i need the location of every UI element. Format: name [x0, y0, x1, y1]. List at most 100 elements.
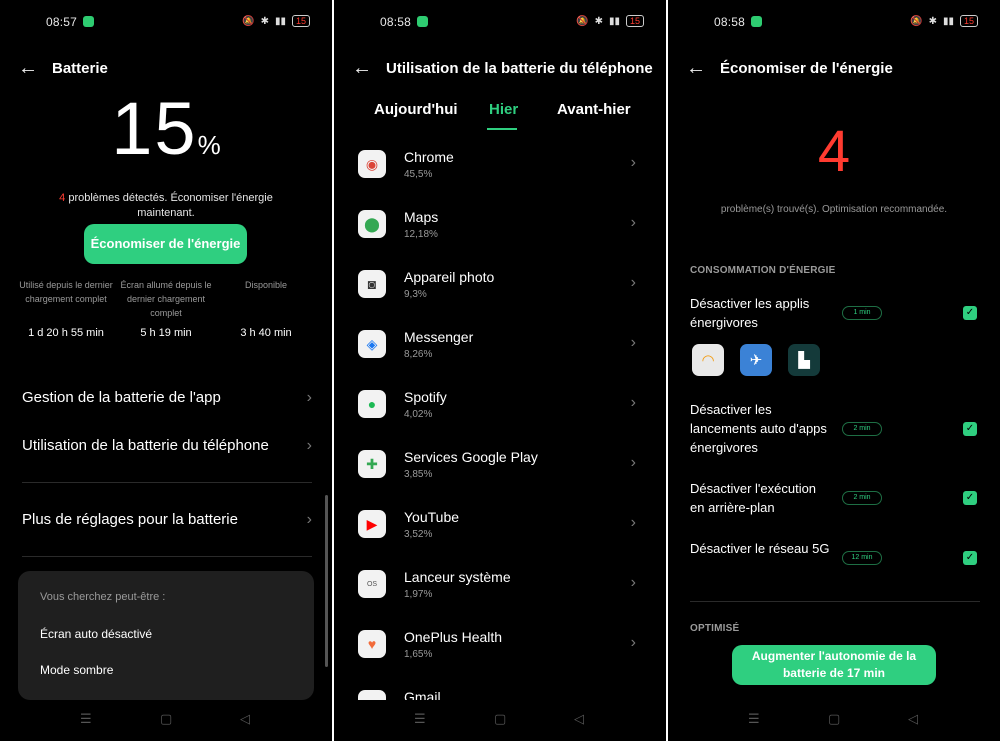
list-item[interactable]: OS Lanceur système 1,97% › [334, 566, 666, 610]
menu-icon[interactable]: ☰ [80, 711, 92, 727]
time-gain-badge: 12 min [842, 551, 882, 565]
menu-more-battery-settings[interactable]: Plus de réglages pour la batterie › [22, 511, 312, 528]
extend-battery-button[interactable]: Augmenter l'autonomie de la batterie de … [732, 645, 936, 685]
menu-icon[interactable]: ☰ [748, 711, 760, 727]
battery-icon: 15 [625, 15, 644, 27]
app-percentage: 1,65% [404, 649, 433, 660]
page-title: Économiser de l'énergie [720, 59, 893, 77]
list-item[interactable]: ⬤ Maps 12,18% › [334, 206, 666, 250]
checkbox[interactable]: ✓ [963, 422, 977, 436]
list-item[interactable]: ✚ Services Google Play 3,85% › [334, 446, 666, 490]
app-percentage: 3,85% [404, 469, 433, 480]
home-icon[interactable]: ▢ [160, 711, 172, 727]
list-item[interactable]: ♥ OnePlus Health 1,65% › [334, 626, 666, 670]
option-label: Désactiver les lancements auto d'apps én… [690, 402, 827, 455]
tab-day-before[interactable]: Avant-hier [557, 101, 631, 118]
app-percentage: 45,5% [404, 169, 433, 180]
checkbox[interactable]: ✓ [963, 491, 977, 505]
divider [690, 601, 980, 602]
notification-icon [751, 16, 762, 27]
nav-bar: ☰ ▢ ◁ [334, 711, 666, 727]
scrollbar[interactable] [325, 495, 328, 667]
chevron-right-icon: › [306, 437, 312, 454]
list-item[interactable]: ▶ YouTube 3,52% › [334, 506, 666, 550]
suggestion-auto-screen-off[interactable]: Écran auto désactivé [40, 627, 152, 641]
chevron-right-icon: › [306, 389, 312, 406]
back-arrow-icon[interactable]: ← [686, 57, 712, 80]
app-name: YouTube [404, 509, 460, 525]
section-heading-optimized: OPTIMISÉ [690, 623, 740, 634]
mute-icon: 🔕 [910, 15, 923, 27]
app-name: Chrome [404, 149, 454, 165]
page-title: Utilisation de la batterie du téléphone [386, 59, 653, 77]
app-name: Services Google Play [404, 449, 538, 465]
status-time: 08:57 [46, 15, 78, 29]
menu-label: Plus de réglages pour la batterie [22, 511, 238, 528]
save-energy-button[interactable]: Économiser de l'énergie [84, 224, 247, 264]
messenger-icon: ◈ [358, 330, 386, 358]
checkbox[interactable]: ✓ [963, 306, 977, 320]
spotify-icon: ● [358, 390, 386, 418]
problem-subtitle: problème(s) trouvé(s). Optimisation reco… [720, 204, 948, 215]
chevron-right-icon: › [630, 394, 636, 411]
signal-icon: ▮▮ [274, 15, 286, 27]
camera-icon: ◙ [358, 270, 386, 298]
battery-stats: Utilisé depuis le dernier chargement com… [16, 278, 316, 339]
list-item[interactable]: ● Spotify 4,02% › [334, 386, 666, 430]
list-item[interactable]: ◙ Appareil photo 9,3% › [334, 266, 666, 310]
home-icon[interactable]: ▢ [494, 711, 506, 727]
stat-label: Utilisé depuis le dernier chargement com… [19, 280, 113, 304]
battery-icon: 15 [959, 15, 978, 27]
nav-bar: ☰ ▢ ◁ [0, 711, 332, 727]
back-arrow-icon[interactable]: ← [352, 57, 378, 80]
tab-yesterday[interactable]: Hier [489, 101, 518, 118]
menu-phone-battery-usage[interactable]: Utilisation de la batterie du téléphone … [22, 437, 312, 454]
list-item[interactable]: ◉ Chrome 45,5% › [334, 146, 666, 190]
audible-icon: ◠ [692, 344, 724, 376]
chevron-right-icon: › [630, 154, 636, 171]
option-label: Désactiver le réseau 5G [690, 541, 830, 556]
chevron-right-icon: › [630, 634, 636, 651]
save-energy-screen: 08:58 🔕 ✱ ▮▮ 15 ← Économiser de l'énergi… [668, 0, 1000, 741]
status-time: 08:58 [714, 15, 746, 29]
divider [22, 482, 312, 483]
back-icon[interactable]: ◁ [908, 711, 918, 727]
back-arrow-icon[interactable]: ← [18, 57, 44, 80]
menu-app-battery-management[interactable]: Gestion de la batterie de l'app › [22, 389, 312, 406]
checkbox[interactable]: ✓ [963, 551, 977, 565]
list-item[interactable]: ◈ Messenger 8,26% › [334, 326, 666, 370]
back-icon[interactable]: ◁ [574, 711, 584, 727]
stat-screen-on: Écran allumé depuis le dernier chargemen… [116, 278, 216, 339]
youtube-icon: ▶ [358, 510, 386, 538]
problem-count: 4 [817, 119, 851, 184]
time-gain-badge: 2 min [842, 491, 882, 505]
stat-value: 1 d 20 h 55 min [28, 327, 104, 339]
chevron-right-icon: › [306, 511, 312, 528]
section-heading-consumption: CONSOMMATION D'ÉNERGIE [690, 265, 836, 276]
chevron-right-icon: › [630, 214, 636, 231]
home-icon[interactable]: ▢ [828, 711, 840, 727]
back-icon[interactable]: ◁ [240, 711, 250, 727]
app-icon: ▙ [788, 344, 820, 376]
chevron-right-icon: › [630, 274, 636, 291]
battery-icon: 15 [291, 15, 310, 27]
signal-icon: ▮▮ [942, 15, 954, 27]
stat-label: Disponible [244, 280, 288, 290]
app-percentage: 8,26% [404, 349, 433, 360]
mute-icon: 🔕 [242, 15, 255, 27]
app-name: Lanceur système [404, 569, 511, 585]
chrome-icon: ◉ [358, 150, 386, 178]
divider [22, 556, 312, 557]
menu-icon[interactable]: ☰ [414, 711, 426, 727]
menu-label: Utilisation de la batterie du téléphone [22, 437, 269, 454]
day-tabs: Aujourd'hui Hier Avant-hier [334, 101, 666, 125]
app-name: Appareil photo [404, 269, 495, 285]
tab-today[interactable]: Aujourd'hui [374, 101, 458, 118]
suggestion-dark-mode[interactable]: Mode sombre [40, 663, 113, 677]
maps-icon: ⬤ [358, 210, 386, 238]
status-bar: 08:57 🔕 ✱ ▮▮ 15 [0, 12, 332, 32]
battery-percentage: 15% [0, 86, 332, 171]
app-percentage: 4,02% [404, 409, 433, 420]
menu-label: Gestion de la batterie de l'app [22, 389, 221, 406]
app-percentage: 9,3% [404, 289, 427, 300]
